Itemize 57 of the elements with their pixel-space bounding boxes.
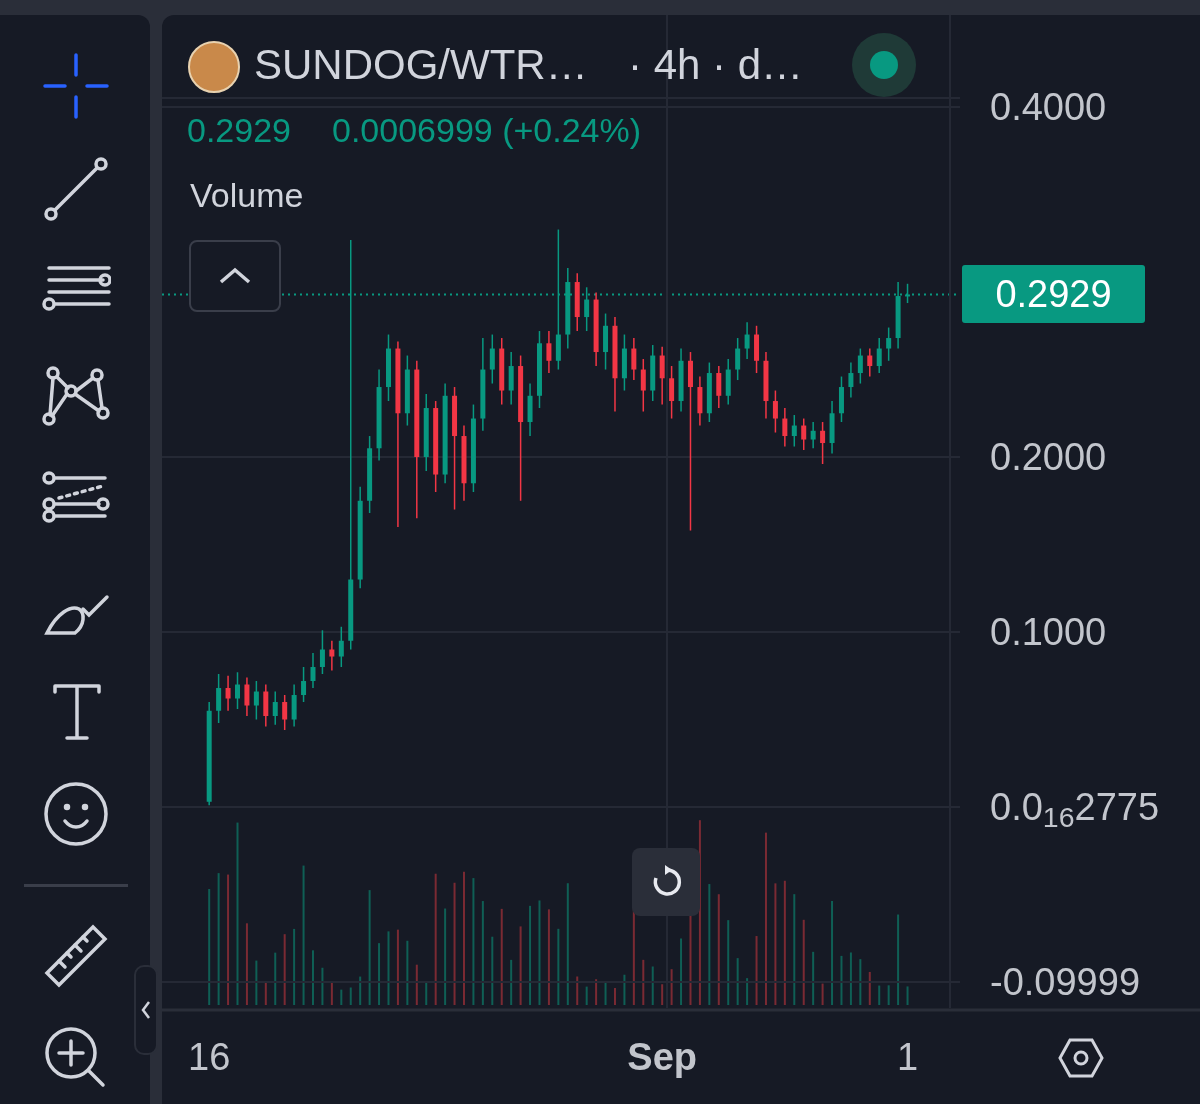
candlestick — [772, 389, 778, 434]
indicator-label: Volume — [190, 175, 304, 215]
candlestick — [253, 680, 259, 721]
candlestick — [225, 675, 231, 712]
time-axis-label: 16 — [188, 1035, 231, 1079]
candlestick — [640, 358, 646, 413]
candlestick — [659, 346, 665, 406]
candlestick — [791, 414, 797, 448]
candlestick — [282, 694, 288, 731]
caret-up-icon — [217, 266, 253, 286]
candlestick — [631, 337, 637, 381]
candlestick — [876, 337, 882, 374]
candlestick — [782, 407, 788, 448]
price-change: 0.0006999 (+0.24%) — [332, 110, 642, 150]
candlestick — [801, 417, 807, 451]
candlestick — [244, 676, 250, 717]
candlestick — [272, 690, 278, 726]
candlestick — [886, 326, 892, 362]
candlestick — [735, 337, 741, 381]
collapse-toolbar-button[interactable] — [134, 965, 158, 1055]
candlestick — [669, 365, 675, 420]
candlestick — [716, 365, 722, 409]
interval-label: · 4h · d… — [628, 41, 804, 89]
candlestick — [310, 652, 316, 689]
smiley-icon — [41, 779, 111, 849]
crosshair-icon — [41, 51, 111, 121]
candlestick — [905, 283, 911, 304]
price-axis-label: 0.1000 — [990, 610, 1107, 654]
settings-icon — [1058, 1037, 1104, 1079]
candlestick — [867, 347, 873, 378]
last-price-badge: 0.2929 — [962, 265, 1145, 324]
candlestick — [319, 629, 325, 675]
collapse-button[interactable] — [189, 240, 281, 312]
line-tool-icon — [41, 154, 111, 224]
price-axis-label: 0.2000 — [990, 435, 1107, 479]
candlestick — [329, 640, 335, 672]
price-axis-label: -0.09999 — [990, 959, 1140, 1004]
candlestick — [820, 421, 826, 465]
candlestick — [810, 421, 816, 450]
price-axis-label: 0.4000 — [990, 85, 1107, 130]
avatar-photo-placeholder — [188, 41, 240, 93]
time-axis-label: 1 — [896, 1035, 919, 1079]
candlestick — [301, 666, 307, 703]
candlestick — [848, 361, 854, 399]
candlestick — [546, 330, 552, 374]
candlestick — [235, 671, 240, 710]
candlestick — [744, 321, 750, 360]
candlestick — [216, 673, 222, 724]
time-axis-label: Sep — [627, 1035, 697, 1079]
last-price: 0.2929 — [187, 110, 291, 150]
symbol-name[interactable]: SUNDOG/WTR… — [254, 41, 588, 89]
candlestick — [584, 286, 590, 332]
reset-chart-button[interactable] — [632, 848, 700, 916]
price-axis-label: 0.0$_{16}$2775 — [990, 785, 1160, 829]
candlestick — [489, 333, 495, 385]
candlestick — [857, 347, 863, 385]
candlestick — [338, 626, 344, 668]
